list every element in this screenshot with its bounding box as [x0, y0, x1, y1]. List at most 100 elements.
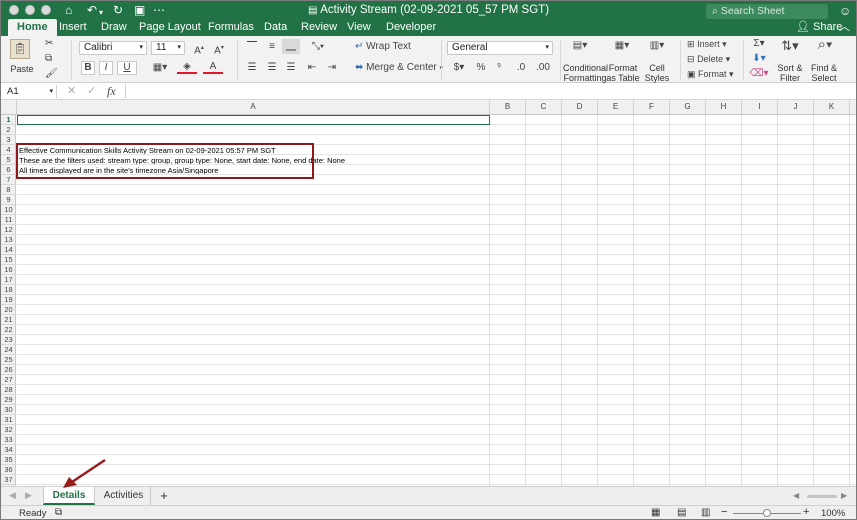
decrease-decimal-icon[interactable]: .00 [533, 61, 553, 75]
copy-icon[interactable]: ⧉ [45, 52, 52, 66]
align-middle-icon[interactable]: ≡ [263, 40, 281, 54]
macro-record-icon[interactable]: ⧉ [55, 507, 62, 518]
tab-page-layout[interactable]: Page Layout [139, 19, 201, 36]
format-as-table-button[interactable]: Format as Table [605, 63, 641, 83]
row-header[interactable]: 29 [1, 395, 16, 405]
increase-indent-icon[interactable]: ⇥ [323, 61, 341, 75]
row-header[interactable]: 18 [1, 285, 16, 295]
column-header-c[interactable]: C [526, 100, 562, 114]
column-header-k[interactable]: K [814, 100, 850, 114]
horizontal-scrollbar-thumb[interactable] [807, 495, 837, 498]
currency-format-button[interactable]: $▾ [449, 61, 469, 75]
paste-icon[interactable]: 📋︎ [10, 39, 30, 59]
column-header-g[interactable]: G [670, 100, 706, 114]
tab-home[interactable]: Home [8, 19, 57, 36]
zoom-level[interactable]: 100% [821, 508, 845, 519]
column-header-a[interactable]: A [17, 100, 490, 114]
tab-insert[interactable]: Insert [59, 19, 87, 36]
scroll-right-icon[interactable]: ▶ [841, 491, 847, 500]
row-header[interactable]: 37 [1, 475, 16, 485]
decrease-font-size-icon[interactable]: A▾ [211, 41, 227, 58]
column-header-j[interactable]: J [778, 100, 814, 114]
row-header[interactable]: 33 [1, 435, 16, 445]
percent-format-button[interactable]: % [473, 61, 489, 75]
clear-eraser-icon[interactable]: ⌫▾ [749, 67, 769, 81]
tab-developer[interactable]: Developer [386, 19, 436, 36]
align-left-icon[interactable]: ☰ [243, 61, 261, 75]
align-center-icon[interactable]: ☰ [263, 61, 281, 75]
zoom-out-icon[interactable]: − [721, 506, 727, 518]
row-header[interactable]: 5 [1, 155, 16, 165]
comma-style-icon[interactable]: ⁹ [491, 61, 507, 75]
delete-cells-button[interactable]: ⊟ Delete ▾ [687, 52, 730, 66]
row-header[interactable]: 1 [1, 115, 16, 125]
confirm-entry-icon[interactable]: ✓ [87, 84, 96, 97]
tab-data[interactable]: Data [264, 19, 287, 36]
column-header-b[interactable]: B [490, 100, 526, 114]
formula-input[interactable] [125, 84, 850, 98]
row-header[interactable]: 32 [1, 425, 16, 435]
zoom-slider-thumb[interactable] [763, 509, 771, 517]
row-header[interactable]: 14 [1, 245, 16, 255]
row-header[interactable]: 28 [1, 385, 16, 395]
add-sheet-button[interactable]: + [155, 487, 173, 505]
font-size-select[interactable]: 11 ▾ [151, 41, 185, 55]
normal-view-icon[interactable]: ▦ [651, 507, 660, 518]
row-header[interactable]: 8 [1, 185, 16, 195]
merge-center-button[interactable]: ⬌ Merge & Center ▾ [355, 61, 443, 76]
format-painter-icon[interactable]: 🖌︎ [45, 67, 58, 81]
find-select-icon[interactable]: ⌕▾ [813, 37, 837, 52]
name-box[interactable]: A1 ▾ [3, 85, 57, 98]
search-sheet-input[interactable]: ⌕ Search Sheet [706, 4, 828, 19]
zoom-in-icon[interactable]: + [803, 506, 809, 518]
column-header-d[interactable]: D [562, 100, 598, 114]
underline-button[interactable]: U [117, 61, 137, 75]
select-all-corner[interactable] [1, 100, 17, 114]
cancel-entry-icon[interactable]: ✕ [67, 84, 76, 97]
align-bottom-icon[interactable]: ⎽ [282, 39, 300, 54]
row-header[interactable]: 13 [1, 235, 16, 245]
insert-function-icon[interactable]: fx [107, 84, 116, 99]
row-header[interactable]: 15 [1, 255, 16, 265]
scroll-left-icon[interactable]: ◀ [793, 491, 799, 500]
format-as-table-icon[interactable]: ▦▾ [611, 39, 633, 53]
row-header[interactable]: 12 [1, 225, 16, 235]
row-header[interactable]: 35 [1, 455, 16, 465]
row-header[interactable]: 11 [1, 215, 16, 225]
align-right-icon[interactable]: ☰ [282, 61, 300, 75]
row-header[interactable]: 25 [1, 355, 16, 365]
row-header[interactable]: 6 [1, 165, 16, 175]
insert-cells-button[interactable]: ⊞ Insert ▾ [687, 37, 727, 51]
column-header-f[interactable]: F [634, 100, 670, 114]
tab-review[interactable]: Review [301, 19, 337, 36]
row-header[interactable]: 21 [1, 315, 16, 325]
fill-color-icon[interactable]: ◈ [177, 60, 197, 74]
previous-sheet-icon[interactable]: ◀ [9, 490, 16, 501]
row-header[interactable]: 4 [1, 145, 16, 155]
column-header-i[interactable]: I [742, 100, 778, 114]
row-header[interactable]: 16 [1, 265, 16, 275]
row-header[interactable]: 9 [1, 195, 16, 205]
conditional-formatting-icon[interactable]: ▤▾ [569, 39, 591, 53]
row-header[interactable]: 31 [1, 415, 16, 425]
row-header[interactable]: 24 [1, 345, 16, 355]
tab-view[interactable]: View [347, 19, 371, 36]
row-header[interactable]: 30 [1, 405, 16, 415]
row-header[interactable]: 26 [1, 365, 16, 375]
font-color-icon[interactable]: A [203, 60, 223, 74]
share-button[interactable]: 👤︎ Share [796, 19, 842, 36]
row-header[interactable]: 19 [1, 295, 16, 305]
page-layout-view-icon[interactable]: ▤ [677, 507, 686, 518]
font-name-select[interactable]: Calibri ▾ [79, 41, 147, 55]
column-header-e[interactable]: E [598, 100, 634, 114]
tab-draw[interactable]: Draw [101, 19, 127, 36]
row-header[interactable]: 27 [1, 375, 16, 385]
row-header[interactable]: 20 [1, 305, 16, 315]
smiley-feedback-icon[interactable]: ☺ [839, 4, 851, 18]
page-break-view-icon[interactable]: ▥ [701, 507, 710, 518]
cell-styles-icon[interactable]: ▥▾ [646, 39, 668, 53]
autosum-icon[interactable]: Σ▾ [749, 37, 769, 51]
find-select-button[interactable]: Find & Select [807, 63, 841, 83]
row-header[interactable]: 22 [1, 325, 16, 335]
align-top-icon[interactable]: ⎺ [243, 40, 261, 54]
